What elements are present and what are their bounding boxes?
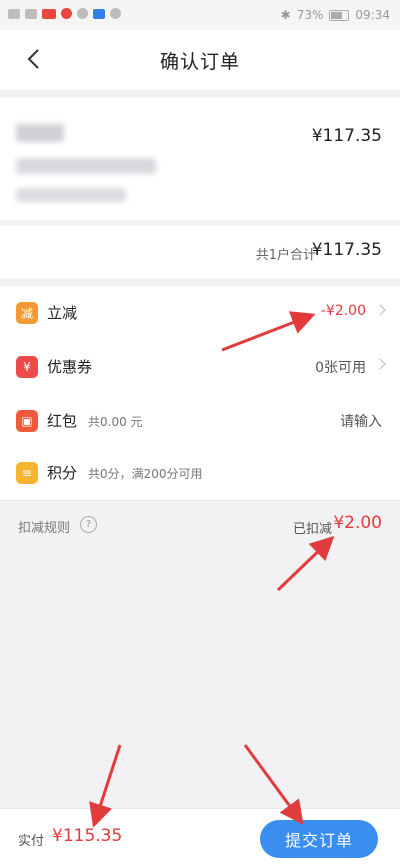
product-price: ¥117.35 (311, 126, 382, 146)
red-packet-label: 红包 (47, 412, 78, 430)
deduction-rules-row: 扣减规则 ? 已扣减 ¥2.00 (0, 500, 400, 549)
alipay-icon (93, 8, 105, 19)
discount-row-points[interactable]: ≡ 积分 共0分，满200分可用 (0, 446, 400, 500)
wifi-icon (25, 8, 37, 19)
product-card: ¥117.35 (0, 98, 400, 220)
status-icons-left (8, 8, 121, 19)
battery-percent: 73% (296, 8, 324, 22)
discount-row-red-packet[interactable]: ▣ 红包 共0.00 元 请输入 (0, 394, 400, 448)
blurred-product-meta (16, 188, 126, 202)
coupon-value: 0张可用 (315, 360, 366, 376)
signal-icon (8, 8, 20, 19)
rules-label[interactable]: 扣减规则 (18, 517, 70, 536)
discount-value: -¥2.00 (320, 303, 366, 319)
points-icon: ≡ (16, 462, 38, 484)
back-button[interactable] (18, 44, 48, 74)
blurred-product-name (16, 124, 64, 142)
deducted-label: 已扣减 (292, 522, 332, 537)
bluetooth-icon: ✱ (280, 8, 291, 22)
points-label: 积分 (47, 464, 78, 482)
video-app-icon (61, 8, 72, 19)
order-total-row: 共1户合计 ¥117.35 (0, 226, 400, 278)
battery-icon (329, 9, 350, 21)
points-balance: 共0分，满200分可用 (88, 467, 203, 481)
nav-bar: 确认订单 (0, 30, 400, 90)
total-label: 共1户合计 (255, 248, 316, 263)
pay-amount: ¥115.35 (52, 826, 123, 846)
discount-label: 立减 (47, 304, 78, 322)
back-arrow-icon (27, 49, 39, 69)
red-packet-icon: ▣ (16, 410, 38, 432)
help-icon[interactable]: ? (80, 516, 97, 533)
reduction-icon: 减 (16, 302, 38, 324)
checkout-bar: 实付 ¥115.35 提交订单 (0, 808, 400, 868)
chevron-right-icon (374, 304, 386, 316)
page-title: 确认订单 (159, 50, 240, 73)
blurred-product-detail (16, 158, 156, 174)
app-notification-icon (42, 8, 56, 19)
status-icons-right: ✱ 73% 09:34 (281, 8, 390, 22)
red-packet-balance: 共0.00 元 (88, 415, 143, 429)
discount-list: 减 立减 -¥2.00 ¥ 优惠券 0张可用 ▣ 红包 共0.00 元 请输入 … (0, 286, 400, 500)
coupon-icon: ¥ (16, 356, 38, 378)
total-value: ¥117.35 (311, 240, 382, 260)
coupon-label: 优惠券 (47, 358, 93, 376)
cloud-icon (77, 8, 88, 19)
pay-label: 实付 (18, 834, 45, 849)
status-bar: ✱ 73% 09:34 (0, 0, 400, 30)
deducted-value: ¥2.00 (333, 513, 382, 533)
red-packet-input[interactable]: 请输入 (340, 411, 382, 431)
discount-row-coupon[interactable]: ¥ 优惠券 0张可用 (0, 340, 400, 394)
clock: 09:34 (355, 8, 390, 22)
chevron-right-icon (374, 358, 386, 370)
discount-row-instant-reduction[interactable]: 减 立减 -¥2.00 (0, 286, 400, 340)
submit-order-button[interactable]: 提交订单 (260, 820, 378, 858)
compass-icon (110, 8, 121, 19)
